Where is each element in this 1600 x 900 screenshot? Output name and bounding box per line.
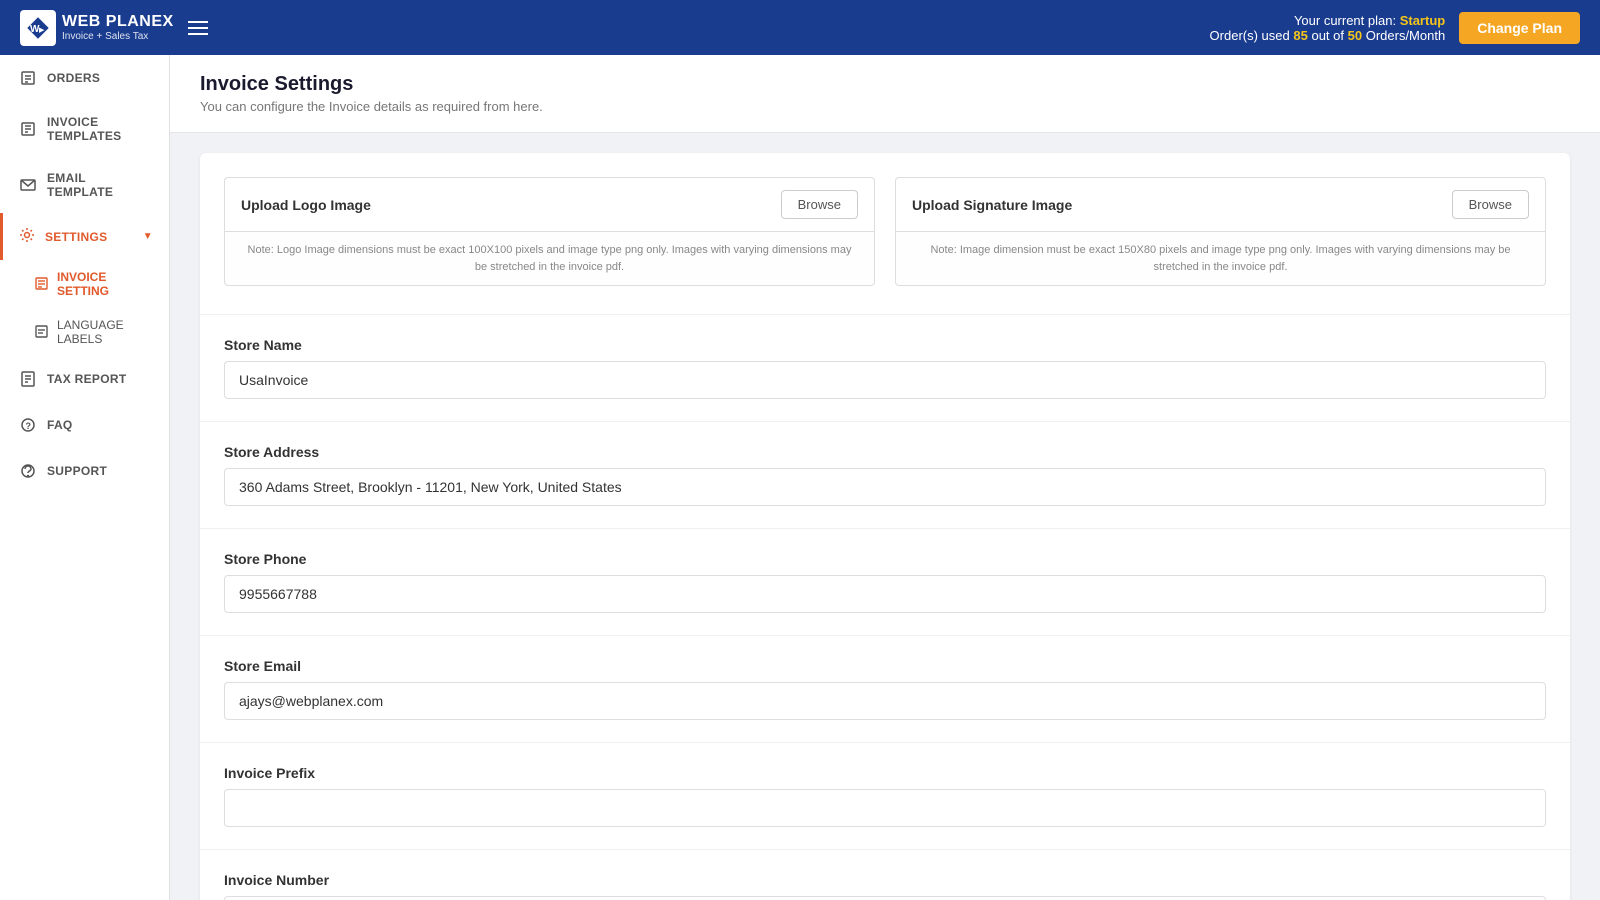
faq-icon: ? <box>19 416 37 434</box>
sidebar-support-label: SUPPORT <box>47 464 107 478</box>
sidebar-item-tax-report[interactable]: TAX REPORT <box>0 356 169 402</box>
settings-card: Upload Logo Image Browse Note: Logo Imag… <box>200 153 1570 900</box>
orders-total: 50 <box>1348 28 1362 43</box>
invoice-number-label: Invoice Number <box>224 872 1546 888</box>
orders-used: 85 <box>1293 28 1307 43</box>
sidebar-settings-label: SETTINGS <box>45 230 107 244</box>
upload-signature-section: Upload Signature Image Browse Note: Imag… <box>895 177 1546 286</box>
settings-submenu: INVOICE SETTING LANGUAGE LABELS <box>0 260 169 356</box>
page-title: Invoice Settings <box>200 73 1570 96</box>
plan-info: Your current plan: Startup Order(s) used… <box>1210 13 1446 43</box>
store-phone-label: Store Phone <box>224 551 1546 567</box>
upload-signature-header: Upload Signature Image Browse <box>895 177 1546 232</box>
chevron-down-icon: ▼ <box>143 231 153 242</box>
layout: ORDERS INVOICE TEMPLATES EMAIL TEMPL <box>0 55 1600 900</box>
sidebar-orders-label: ORDERS <box>47 71 100 85</box>
email-template-icon <box>19 176 37 194</box>
brand-sub: Invoice + Sales Tax <box>62 31 174 42</box>
sidebar-language-labels-label: LANGUAGE LABELS <box>57 318 153 346</box>
orders-unit: Orders/Month <box>1366 28 1445 43</box>
orders-out-of: out of <box>1311 28 1344 43</box>
store-phone-group: Store Phone <box>224 551 1546 613</box>
app-header: W ▶ WEB PLANEX Invoice + Sales Tax Your … <box>0 0 1600 55</box>
sidebar-invoice-setting-label: INVOICE SETTING <box>57 270 153 298</box>
sidebar-invoice-templates-label: INVOICE TEMPLATES <box>47 115 153 143</box>
upload-logo-note: Note: Logo Image dimensions must be exac… <box>224 232 875 286</box>
invoice-number-input[interactable] <box>224 896 1546 900</box>
invoice-templates-icon <box>19 120 37 138</box>
invoice-prefix-input[interactable] <box>224 789 1546 827</box>
upload-logo-section: Upload Logo Image Browse Note: Logo Imag… <box>224 177 875 286</box>
language-labels-icon <box>35 325 49 339</box>
sidebar-item-email-template[interactable]: EMAIL TEMPLATE <box>0 157 169 213</box>
invoice-setting-icon <box>35 277 49 291</box>
upload-signature-note: Note: Image dimension must be exact 150X… <box>895 232 1546 286</box>
divider-1 <box>200 314 1570 315</box>
page-header: Invoice Settings You can configure the I… <box>170 55 1600 133</box>
upload-signature-browse-button[interactable]: Browse <box>1452 190 1529 219</box>
store-email-input[interactable] <box>224 682 1546 720</box>
header-right: Your current plan: Startup Order(s) used… <box>1210 12 1580 44</box>
brand-name: WEB PLANEX <box>62 13 174 31</box>
upload-row: Upload Logo Image Browse Note: Logo Imag… <box>224 177 1546 286</box>
upload-logo-browse-button[interactable]: Browse <box>781 190 858 219</box>
main-content: Invoice Settings You can configure the I… <box>170 55 1600 900</box>
tax-report-icon <box>19 370 37 388</box>
store-name-group: Store Name <box>224 337 1546 399</box>
change-plan-button[interactable]: Change Plan <box>1459 12 1580 44</box>
plan-text: Your current plan: <box>1294 13 1396 28</box>
store-phone-input[interactable] <box>224 575 1546 613</box>
plan-name: Startup <box>1400 13 1446 28</box>
settings-icon <box>19 227 35 246</box>
invoice-number-group: Invoice Number <box>224 872 1546 900</box>
sidebar-item-language-labels[interactable]: LANGUAGE LABELS <box>0 308 169 356</box>
logo: W ▶ WEB PLANEX Invoice + Sales Tax <box>20 10 174 46</box>
sidebar-item-faq[interactable]: ? FAQ <box>0 402 169 448</box>
store-address-label: Store Address <box>224 444 1546 460</box>
divider-4 <box>200 635 1570 636</box>
upload-logo-label: Upload Logo Image <box>241 197 371 213</box>
sidebar-item-invoice-templates[interactable]: INVOICE TEMPLATES <box>0 101 169 157</box>
sidebar: ORDERS INVOICE TEMPLATES EMAIL TEMPL <box>0 55 170 900</box>
upload-logo-header: Upload Logo Image Browse <box>224 177 875 232</box>
sidebar-tax-report-label: TAX REPORT <box>47 372 126 386</box>
svg-text:?: ? <box>26 421 32 431</box>
header-left: W ▶ WEB PLANEX Invoice + Sales Tax <box>20 10 208 46</box>
upload-signature-label: Upload Signature Image <box>912 197 1072 213</box>
svg-text:▶: ▶ <box>39 27 45 34</box>
page-description: You can configure the Invoice details as… <box>200 99 1570 114</box>
store-name-label: Store Name <box>224 337 1546 353</box>
logo-icon: W ▶ <box>20 10 56 46</box>
sidebar-faq-label: FAQ <box>47 418 73 432</box>
store-name-input[interactable] <box>224 361 1546 399</box>
sidebar-item-settings[interactable]: SETTINGS ▼ <box>0 213 169 260</box>
divider-6 <box>200 849 1570 850</box>
store-email-group: Store Email <box>224 658 1546 720</box>
store-email-label: Store Email <box>224 658 1546 674</box>
divider-2 <box>200 421 1570 422</box>
invoice-prefix-label: Invoice Prefix <box>224 765 1546 781</box>
sidebar-item-support[interactable]: SUPPORT <box>0 448 169 494</box>
sidebar-item-invoice-setting[interactable]: INVOICE SETTING <box>0 260 169 308</box>
sidebar-email-template-label: EMAIL TEMPLATE <box>47 171 153 199</box>
orders-label: Order(s) used <box>1210 28 1290 43</box>
divider-3 <box>200 528 1570 529</box>
store-address-input[interactable] <box>224 468 1546 506</box>
support-icon <box>19 462 37 480</box>
logo-text: WEB PLANEX Invoice + Sales Tax <box>62 13 174 42</box>
store-address-group: Store Address <box>224 444 1546 506</box>
orders-icon <box>19 69 37 87</box>
hamburger-menu[interactable] <box>188 21 208 35</box>
divider-5 <box>200 742 1570 743</box>
invoice-prefix-group: Invoice Prefix <box>224 765 1546 827</box>
content-area: Upload Logo Image Browse Note: Logo Imag… <box>170 133 1600 900</box>
sidebar-item-orders[interactable]: ORDERS <box>0 55 169 101</box>
